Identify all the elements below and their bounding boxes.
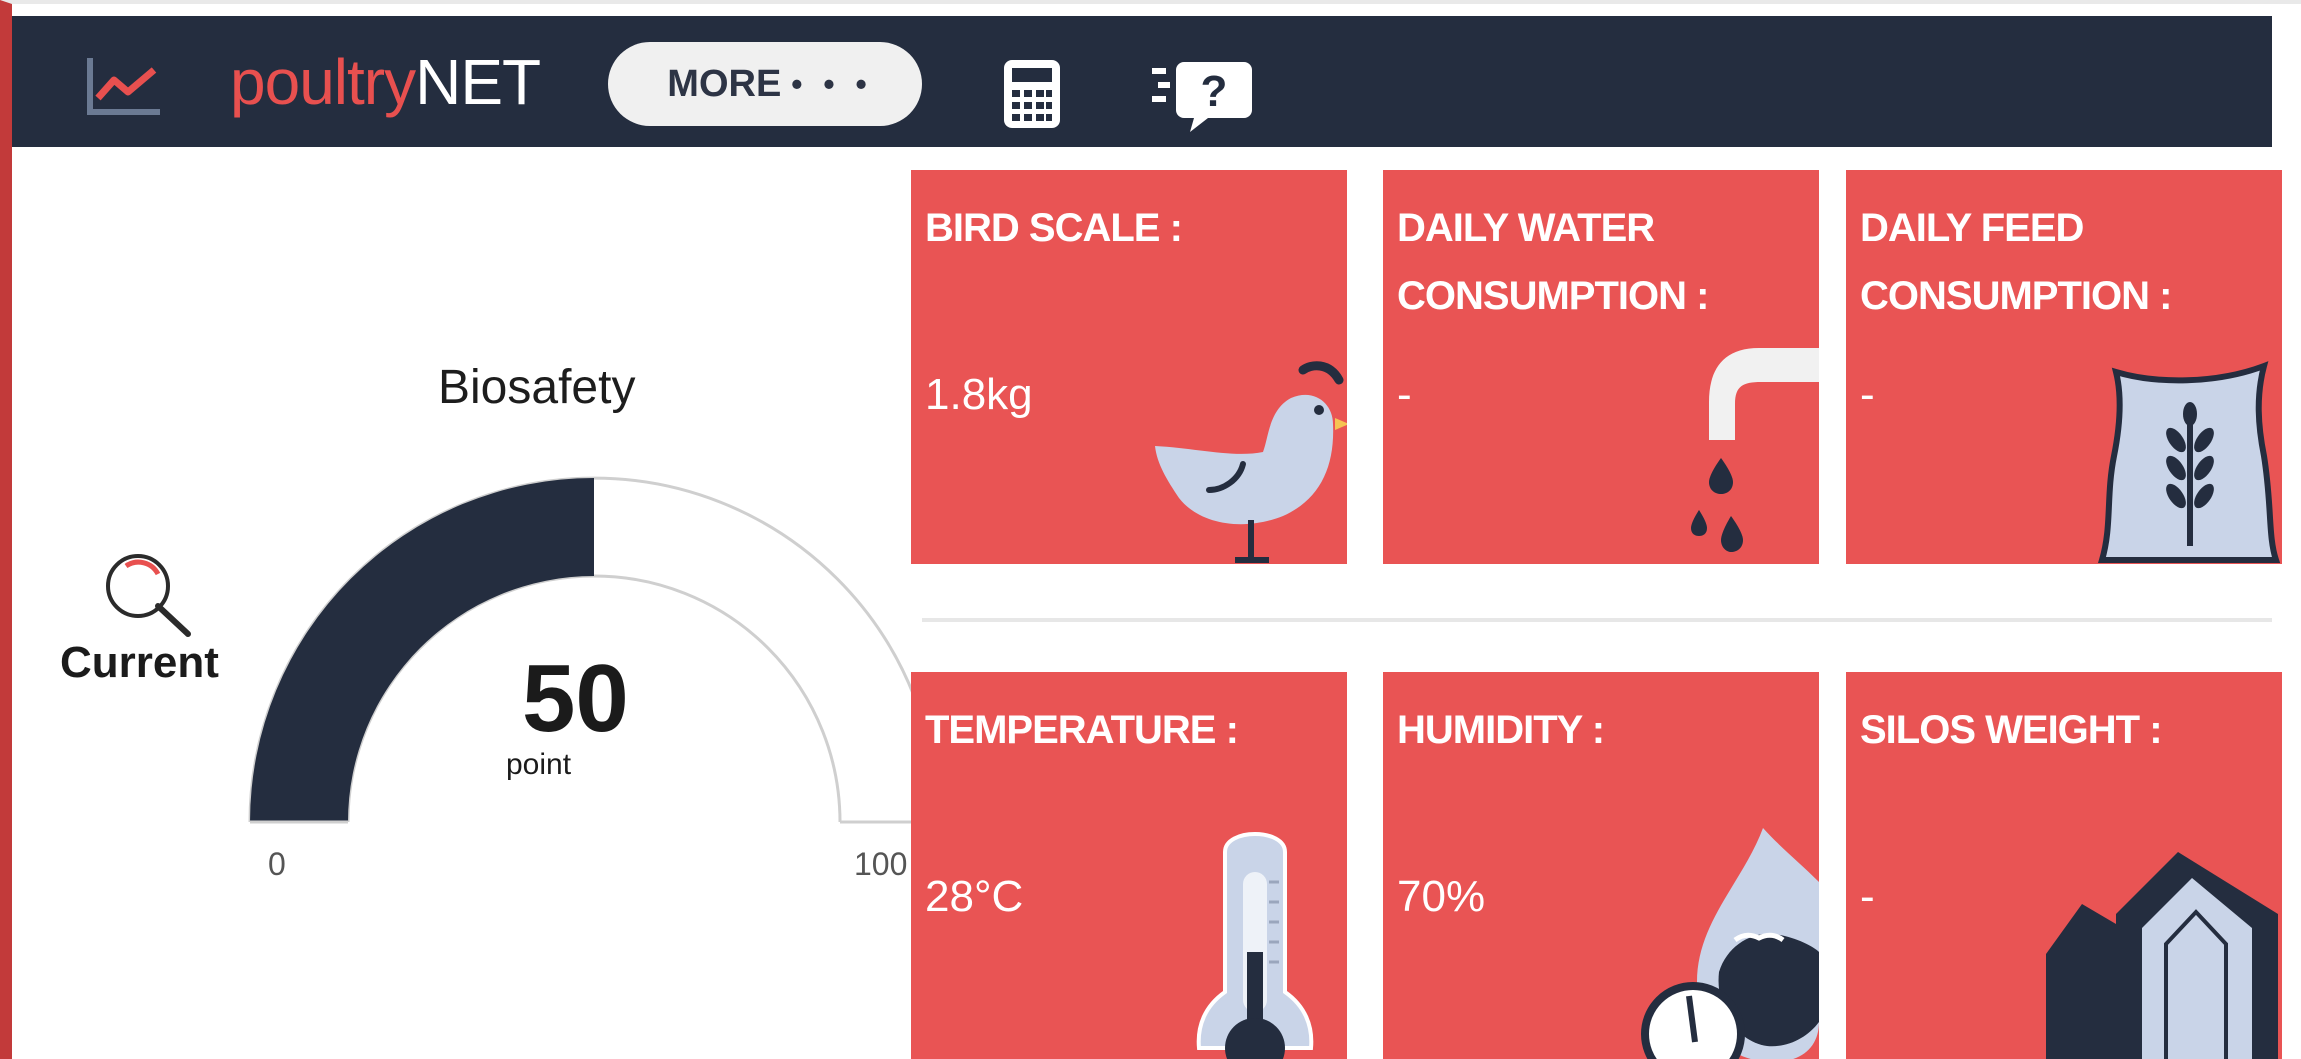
brand-logo[interactable]: poultryNET [230, 50, 541, 114]
row-divider [922, 618, 2272, 622]
chicken-icon [1155, 361, 1347, 563]
card-label: SILOS WEIGHT : [1860, 708, 2163, 752]
card-label: TEMPERATURE : [925, 708, 1239, 752]
temperature-card[interactable]: TEMPERATURE : 28°C [911, 672, 1347, 1059]
svg-text:?: ? [1201, 67, 1228, 116]
brand-name-part1: poultry [230, 46, 416, 118]
thermometer-icon [1196, 832, 1314, 1059]
current-label: Current [60, 638, 219, 687]
faucet-icon [1691, 348, 1819, 552]
gauge-value: 50 [522, 645, 629, 752]
biosafety-gauge [248, 476, 940, 824]
humidity-card[interactable]: HUMIDITY : 70% [1383, 672, 1819, 1059]
card-value: 28°C [925, 872, 1024, 921]
gauge-unit: point [506, 748, 572, 781]
daily-water-card[interactable]: DAILY WATER CONSUMPTION : - [1383, 170, 1819, 564]
silos-weight-card[interactable]: SILOS WEIGHT : - [1846, 672, 2282, 1059]
more-button[interactable]: MORE • • • [608, 42, 922, 126]
card-value: - [1860, 872, 1875, 921]
bird-scale-card[interactable]: BIRD SCALE : 1.8kg [911, 170, 1347, 564]
brand-name-part2: NET [415, 46, 541, 118]
humidity-drop-icon [1641, 828, 1819, 1059]
calculator-icon[interactable] [1000, 58, 1064, 130]
card-label: HUMIDITY : [1397, 708, 1605, 752]
card-value: 70% [1397, 872, 1486, 921]
help-chat-icon[interactable]: ? [1150, 60, 1254, 132]
card-label: DAILY FEED CONSUMPTION : [1860, 206, 2172, 318]
card-value: 1.8kg [925, 370, 1033, 419]
silo-icon [2046, 852, 2278, 1059]
more-button-label: MORE [667, 62, 782, 105]
app-frame: poultryNET MORE • • • ? Current Biosafet… [0, 0, 2301, 1059]
top-navigation-bar: poultryNET MORE • • • ? [12, 16, 2272, 147]
more-dots: • • • [791, 65, 873, 102]
search-icon[interactable] [96, 548, 196, 640]
card-label: DAILY WATER CONSUMPTION : [1397, 206, 1709, 318]
edge-fragment [2294, 924, 2301, 1004]
daily-feed-card[interactable]: DAILY FEED CONSUMPTION : - [1846, 170, 2282, 564]
feed-sack-icon [2097, 361, 2281, 563]
card-label: BIRD SCALE : [925, 206, 1183, 250]
gauge-title: Biosafety [438, 361, 636, 414]
gauge-max-label: 100 [854, 846, 908, 882]
chart-icon[interactable] [84, 54, 164, 118]
gauge-min-label: 0 [268, 846, 286, 882]
card-value: - [1397, 370, 1412, 419]
card-value: - [1860, 370, 1875, 419]
